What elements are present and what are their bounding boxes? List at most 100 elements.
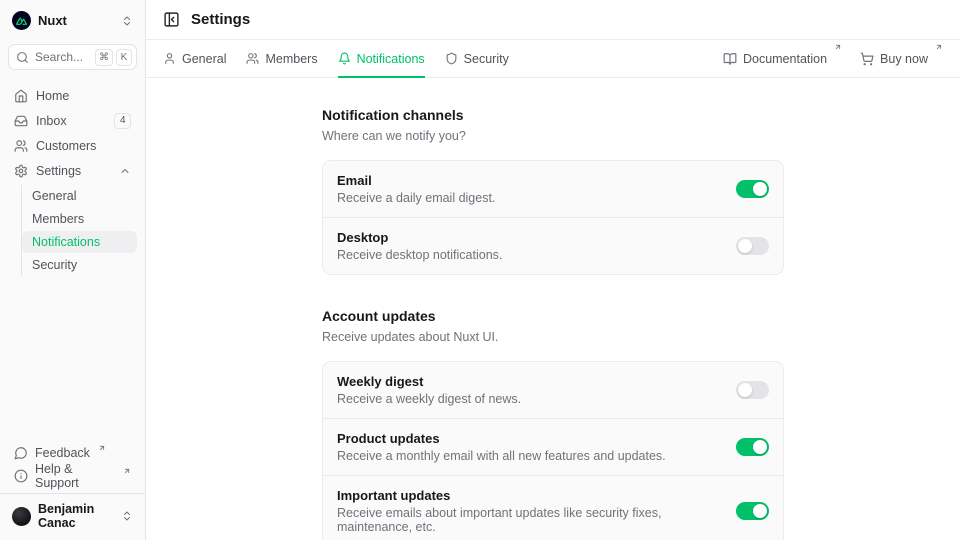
sidebar: Nuxt Search... ⌘ K Home: [0, 0, 146, 540]
sidebar-item-settings[interactable]: Settings: [8, 159, 137, 182]
main-panel: Settings General Members: [146, 0, 960, 540]
users-icon: [246, 52, 259, 65]
tab-bar: General Members Notifications: [146, 40, 960, 78]
team-name: Nuxt: [38, 13, 67, 28]
sidebar-spacer: [8, 276, 137, 441]
documentation-label: Documentation: [743, 52, 827, 66]
message-circle-icon: [14, 446, 28, 460]
setting-row-email: Email Receive a daily email digest.: [323, 161, 783, 217]
tab-general[interactable]: General: [163, 40, 226, 77]
important-updates-toggle[interactable]: [736, 502, 769, 520]
tab-label: Notifications: [357, 52, 425, 66]
feedback-label: Feedback: [35, 446, 90, 460]
setting-row-product-updates: Product updates Receive a monthly email …: [323, 418, 783, 475]
kbd-cmd: ⌘: [95, 49, 113, 66]
tab-notifications[interactable]: Notifications: [338, 40, 425, 77]
toggle-knob: [738, 239, 752, 253]
setting-description: Receive desktop notifications.: [337, 248, 502, 262]
collapse-sidebar-icon[interactable]: [163, 11, 180, 28]
sidebar-item-notifications[interactable]: Notifications: [22, 231, 137, 253]
setting-row-desktop: Desktop Receive desktop notifications.: [323, 217, 783, 274]
external-link-icon: [935, 43, 943, 51]
setting-text: Weekly digest Receive a weekly digest of…: [337, 374, 521, 406]
settings-column: Notification channels Where can we notif…: [322, 78, 784, 540]
team-switcher[interactable]: Nuxt: [8, 9, 137, 32]
search-shortcut: ⌘ K: [95, 49, 132, 66]
setting-row-weekly-digest: Weekly digest Receive a weekly digest of…: [323, 362, 783, 418]
setting-text: Email Receive a daily email digest.: [337, 173, 495, 205]
desktop-toggle[interactable]: [736, 237, 769, 255]
sidebar-item-customers[interactable]: Customers: [8, 134, 137, 157]
toggle-knob: [753, 504, 767, 518]
chevrons-up-down-icon: [121, 15, 133, 27]
documentation-link[interactable]: Documentation: [723, 40, 842, 77]
search-icon: [16, 51, 29, 64]
setting-label: Desktop: [337, 230, 502, 245]
section-subtitle: Receive updates about Nuxt UI.: [322, 330, 784, 344]
section-title: Account updates: [322, 308, 784, 324]
buy-now-label: Buy now: [880, 52, 928, 66]
tab-members[interactable]: Members: [246, 40, 317, 77]
search-placeholder: Search...: [35, 50, 83, 64]
kbd-k: K: [116, 49, 132, 66]
inbox-icon: [14, 114, 28, 128]
book-open-icon: [723, 52, 737, 66]
help-support-link[interactable]: Help & Support: [8, 464, 137, 487]
sidebar-item-label: General: [32, 189, 76, 203]
avatar: [12, 507, 31, 526]
sidebar-item-inbox[interactable]: Inbox 4: [8, 109, 137, 132]
sidebar-item-label: Home: [36, 89, 69, 103]
product-updates-toggle[interactable]: [736, 438, 769, 456]
settings-sub-nav: General Members Notifications Security: [21, 185, 137, 276]
sidebar-item-label: Security: [32, 258, 77, 272]
sidebar-item-label: Members: [32, 212, 84, 226]
sidebar-item-security[interactable]: Security: [22, 254, 137, 276]
app-window: Nuxt Search... ⌘ K Home: [0, 0, 960, 540]
users-icon: [14, 139, 28, 153]
toggle-knob: [753, 440, 767, 454]
sidebar-item-home[interactable]: Home: [8, 84, 137, 107]
sidebar-item-members[interactable]: Members: [22, 208, 137, 230]
setting-description: Receive emails about important updates l…: [337, 506, 736, 534]
page-header: Settings: [146, 0, 960, 40]
buy-now-link[interactable]: Buy now: [860, 40, 943, 77]
search-input[interactable]: Search... ⌘ K: [8, 44, 137, 70]
setting-description: Receive a weekly digest of news.: [337, 392, 521, 406]
help-support-label: Help & Support: [35, 462, 115, 490]
weekly-digest-toggle[interactable]: [736, 381, 769, 399]
content-area: Notification channels Where can we notif…: [146, 78, 960, 540]
sidebar-item-label: Notifications: [32, 235, 100, 249]
setting-text: Important updates Receive emails about i…: [337, 488, 736, 534]
setting-label: Weekly digest: [337, 374, 521, 389]
home-icon: [14, 89, 28, 103]
setting-label: Email: [337, 173, 495, 188]
info-circle-icon: [14, 469, 28, 483]
section-title: Notification channels: [322, 107, 784, 123]
toggle-knob: [738, 383, 752, 397]
external-link-icon: [834, 43, 842, 51]
settings-card: Weekly digest Receive a weekly digest of…: [322, 361, 784, 540]
bell-icon: [338, 52, 351, 65]
cart-icon: [860, 52, 874, 66]
user-menu[interactable]: Benjamin Canac: [8, 494, 137, 534]
settings-card: Email Receive a daily email digest. Desk…: [322, 160, 784, 275]
sidebar-item-label: Customers: [36, 139, 96, 153]
section-account-updates: Account updates Receive updates about Nu…: [322, 308, 784, 540]
page-title: Settings: [191, 11, 250, 28]
sidebar-item-general[interactable]: General: [22, 185, 137, 207]
user-name: Benjamin Canac: [38, 502, 114, 530]
inbox-count-badge: 4: [114, 113, 131, 129]
section-subtitle: Where can we notify you?: [322, 129, 784, 143]
chevron-up-icon: [119, 165, 131, 177]
setting-text: Desktop Receive desktop notifications.: [337, 230, 502, 262]
tab-security[interactable]: Security: [445, 40, 509, 77]
section-notification-channels: Notification channels Where can we notif…: [322, 107, 784, 275]
gear-icon: [14, 164, 28, 178]
email-toggle[interactable]: [736, 180, 769, 198]
tab-label: General: [182, 52, 226, 66]
sidebar-item-label: Inbox: [36, 114, 67, 128]
shield-icon: [445, 52, 458, 65]
setting-description: Receive a monthly email with all new fea…: [337, 449, 666, 463]
setting-row-important-updates: Important updates Receive emails about i…: [323, 475, 783, 540]
setting-label: Product updates: [337, 431, 666, 446]
